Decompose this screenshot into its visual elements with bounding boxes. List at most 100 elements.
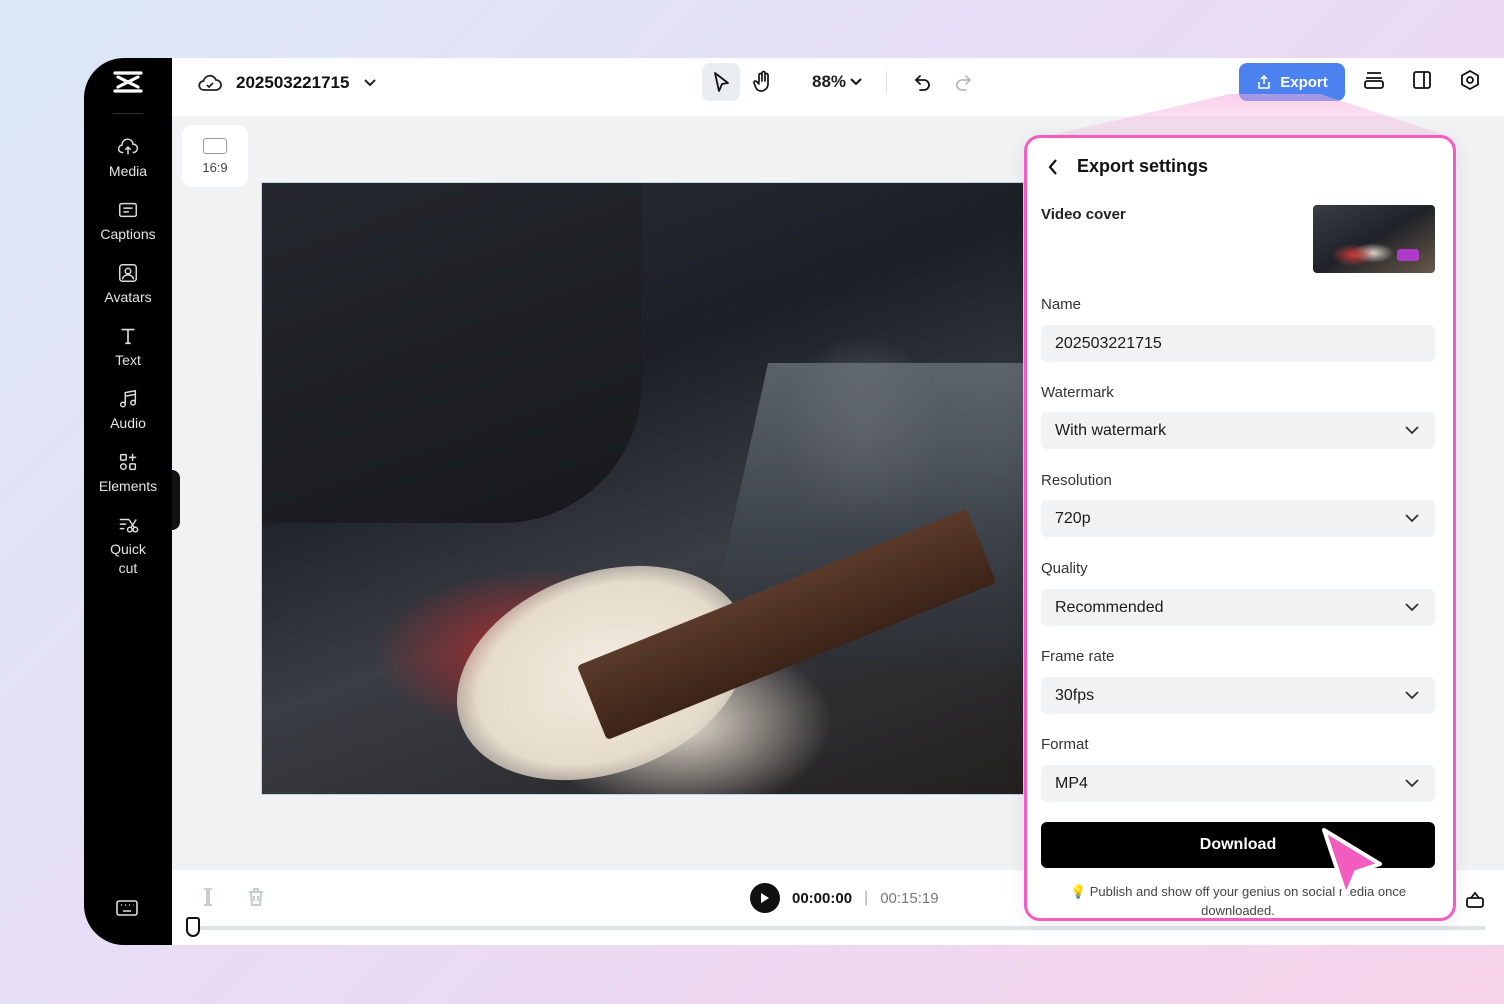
format-select[interactable]: MP4 (1041, 765, 1435, 802)
export-panel-title: Export settings (1077, 156, 1209, 176)
format-label: Format (1041, 736, 1089, 753)
capcut-logo[interactable] (111, 68, 145, 96)
quality-select[interactable]: Recommended (1041, 589, 1435, 626)
quality-label: Quality (1041, 560, 1088, 577)
watermark-select[interactable]: With watermark (1041, 412, 1435, 449)
total-duration: 00:15:19 (880, 889, 939, 907)
sidebar-item-label: Elements (98, 478, 158, 494)
redo-button[interactable] (945, 63, 983, 101)
chevron-down-icon (1405, 779, 1419, 788)
split-icon[interactable] (198, 886, 218, 908)
video-arm-region (262, 183, 642, 523)
quality-value: Recommended (1055, 598, 1164, 616)
aspect-ratio-button[interactable]: 16:9 (182, 125, 248, 187)
sidebar-item-label: Text (115, 352, 141, 368)
zoom-level: 88% (812, 72, 847, 91)
sidebar-item-text[interactable]: Text (88, 325, 168, 370)
sidebar-divider (113, 113, 143, 114)
sidebar-item-label: Captions (100, 226, 156, 242)
cloud-upload-icon (117, 138, 139, 155)
play-icon (761, 893, 769, 903)
avatar-icon (119, 264, 137, 282)
redo-icon (956, 75, 972, 91)
watermark-label: Watermark (1041, 384, 1114, 401)
chevron-down-icon (1405, 514, 1419, 523)
chevron-down-icon (1405, 691, 1419, 700)
format-value: MP4 (1055, 774, 1088, 792)
cover-edit-tag (1397, 249, 1419, 261)
toolbar-divider (886, 71, 888, 93)
export-label: Export (1280, 73, 1328, 91)
chevron-down-icon (850, 78, 862, 86)
aspect-ratio-icon (203, 137, 227, 154)
current-time: 00:00:00 (792, 889, 853, 907)
hand-icon (753, 70, 769, 92)
keyboard-icon (116, 900, 138, 916)
video-cover-thumbnail[interactable] (1313, 205, 1435, 273)
hand-tool-button[interactable] (744, 63, 782, 101)
timeline-tools (198, 886, 266, 908)
video-cover-label: Video cover (1041, 206, 1126, 223)
timeline-scrubber-track[interactable] (190, 926, 1486, 930)
resolution-value: 720p (1055, 509, 1091, 527)
text-icon (121, 328, 135, 345)
sidebar-item-label: Quick cut (110, 541, 146, 576)
undo-button[interactable] (903, 63, 941, 101)
video-preview[interactable] (261, 182, 1024, 795)
sidebar-item-media[interactable]: Media (88, 136, 168, 181)
music-note-icon (119, 389, 137, 408)
split-panel-icon[interactable] (1410, 68, 1434, 92)
cursor-pointer-icon (1322, 828, 1382, 898)
resolution-label: Resolution (1041, 472, 1112, 489)
sidebar-item-label: Audio (110, 415, 146, 431)
resolution-select[interactable]: 720p (1041, 500, 1435, 537)
project-title[interactable]: 202503221715 (236, 73, 349, 93)
timeline-expand-button[interactable] (1464, 888, 1486, 915)
aspect-ratio-label: 16:9 (202, 159, 228, 175)
playback-controls: 00:00:00 | 00:15:19 (750, 883, 939, 913)
framerate-value: 30fps (1055, 686, 1095, 704)
layers-icon[interactable] (1362, 68, 1386, 92)
expand-timeline-icon (1466, 891, 1484, 908)
playhead-handle[interactable] (186, 917, 200, 937)
select-tool-button[interactable] (702, 63, 740, 101)
chevron-down-icon (1405, 603, 1419, 612)
top-right-icons (1362, 68, 1482, 92)
sidebar-item-elements[interactable]: Elements (88, 451, 168, 496)
play-button[interactable] (750, 883, 780, 913)
pointer-icon (714, 72, 729, 92)
keyboard-shortcuts-button[interactable] (115, 898, 139, 923)
time-separator: | (864, 889, 869, 906)
download-label: Download (1199, 836, 1277, 853)
sidebar-item-avatars[interactable]: Avatars (88, 262, 168, 307)
undo-icon (914, 75, 930, 91)
share-icon (1258, 74, 1271, 89)
chevron-down-icon[interactable] (363, 78, 377, 88)
export-panel-header: Export settings (1047, 156, 1208, 177)
chevron-down-icon (1405, 426, 1419, 435)
cloud-sync-icon (198, 74, 222, 91)
framerate-select[interactable]: 30fps (1041, 677, 1435, 714)
elements-icon (119, 453, 137, 471)
captions-icon (119, 202, 137, 218)
name-label: Name (1041, 296, 1082, 313)
framerate-label: Frame rate (1041, 648, 1115, 665)
sidebar-item-label: Media (108, 163, 148, 179)
sidebar-item-quick-cut[interactable]: Quick cut (88, 514, 168, 578)
canvas-tools: 88% (702, 63, 987, 101)
sidebar: Media Captions Avatars Text Audio Elemen… (84, 58, 172, 945)
watermark-value: With watermark (1055, 421, 1167, 439)
sidebar-item-audio[interactable]: Audio (88, 388, 168, 433)
back-arrow-icon[interactable] (1047, 158, 1059, 176)
sidebar-item-label: Avatars (104, 289, 152, 305)
quick-cut-icon (119, 518, 139, 533)
zoom-dropdown[interactable]: 88% (812, 72, 862, 92)
trash-icon[interactable] (246, 886, 266, 908)
sidebar-item-captions[interactable]: Captions (88, 199, 168, 244)
settings-hexagon-icon[interactable] (1458, 68, 1482, 92)
name-input-value: 202503221715 (1055, 334, 1162, 352)
name-input[interactable]: 202503221715 (1041, 325, 1435, 362)
sidebar-collapse-handle[interactable] (172, 470, 180, 530)
export-settings-panel: Export settings Video cover Name 2025032… (1024, 135, 1456, 921)
project-title-group[interactable]: 202503221715 (198, 72, 377, 94)
